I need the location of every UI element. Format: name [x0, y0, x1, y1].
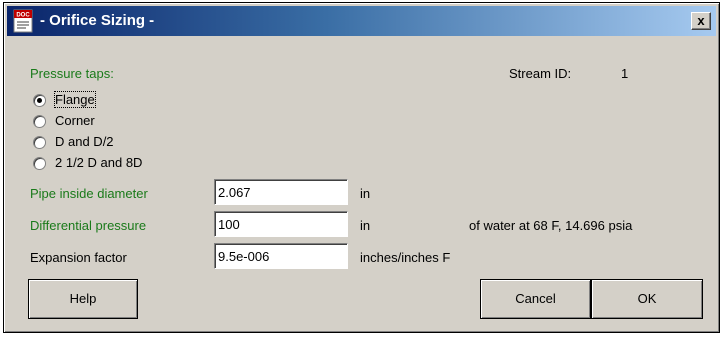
help-button[interactable]: Help — [28, 279, 138, 319]
document-app-icon: DOC — [13, 9, 33, 33]
differential-pressure-label: Differential pressure — [30, 218, 147, 233]
differential-pressure-input[interactable] — [214, 211, 348, 237]
pipe-diameter-label: Pipe inside diameter — [30, 186, 148, 201]
app-icon-label: DOC — [16, 13, 30, 19]
radio-2-1-2d-and-8d-label[interactable]: 2 1/2 D and 8D — [55, 155, 142, 170]
radio-corner[interactable] — [33, 115, 46, 128]
pipe-diameter-unit: in — [360, 186, 371, 201]
orifice-sizing-dialog: DOC - Orifice Sizing - x Pressure taps: … — [3, 2, 720, 333]
close-button[interactable]: x — [691, 12, 711, 30]
radio-d-and-d2-label[interactable]: D and D/2 — [55, 134, 114, 149]
expansion-factor-label: Expansion factor — [30, 250, 127, 265]
stream-id-value: 1 — [621, 66, 629, 81]
radio-corner-label[interactable]: Corner — [55, 113, 95, 128]
radio-d-and-d2[interactable] — [33, 136, 46, 149]
differential-pressure-unit: in — [360, 218, 371, 233]
cancel-button[interactable]: Cancel — [480, 279, 591, 319]
differential-pressure-note: of water at 68 F, 14.696 psia — [469, 218, 633, 233]
pipe-diameter-input[interactable] — [214, 179, 348, 205]
window-title: - Orifice Sizing - — [40, 12, 155, 29]
ok-button[interactable]: OK — [591, 279, 703, 319]
stream-id-label: Stream ID: — [509, 66, 572, 81]
expansion-factor-unit: inches/inches F — [360, 250, 451, 265]
radio-flange-label[interactable]: Flange — [54, 91, 96, 108]
pressure-taps-label: Pressure taps: — [30, 66, 114, 81]
expansion-factor-input[interactable] — [214, 243, 348, 269]
title-bar[interactable]: DOC - Orifice Sizing - x — [7, 6, 716, 36]
radio-2-1-2d-and-8d[interactable] — [33, 157, 46, 170]
radio-flange[interactable] — [33, 94, 46, 107]
